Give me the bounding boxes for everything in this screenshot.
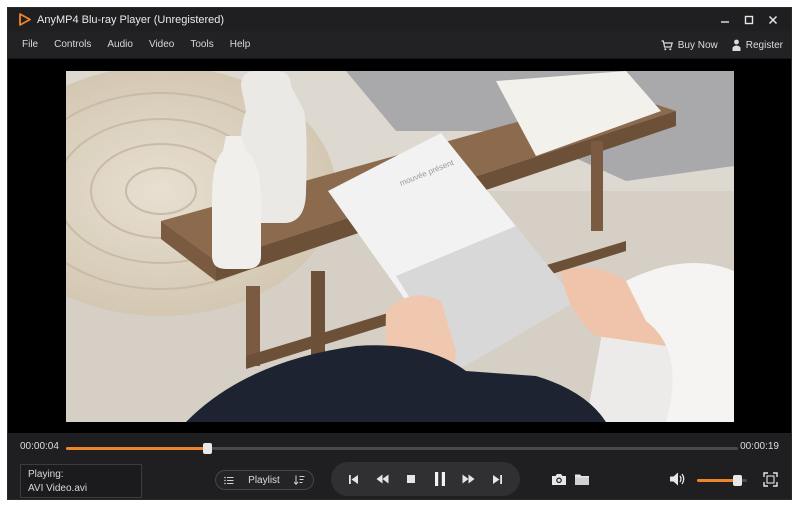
folder-icon[interactable] [573, 470, 591, 488]
player-window: AnyMP4 Blu-ray Player (Unregistered) Fil… [7, 7, 792, 500]
fullscreen-icon[interactable] [761, 470, 779, 488]
register-label: Register [745, 39, 783, 51]
maximize-icon[interactable] [737, 8, 761, 31]
menu-right: Buy Now Register [647, 31, 783, 59]
sort-icon[interactable] [294, 475, 305, 485]
register-button[interactable]: Register [732, 39, 783, 51]
buy-now-label: Buy Now [677, 39, 718, 51]
title-bar[interactable]: AnyMP4 Blu-ray Player (Unregistered) [8, 8, 791, 31]
cart-icon [661, 39, 673, 50]
menu-file[interactable]: File [14, 31, 46, 59]
volume-thumb[interactable] [733, 475, 742, 486]
current-time: 00:00:04 [20, 441, 59, 452]
menu-tools[interactable]: Tools [182, 31, 221, 59]
menu-audio[interactable]: Audio [99, 31, 141, 59]
video-area[interactable]: mouvée présent [8, 59, 791, 433]
stop-icon[interactable] [401, 469, 421, 489]
fast-forward-icon[interactable] [459, 469, 479, 489]
playing-label: Playing: [28, 469, 64, 480]
window-title: AnyMP4 Blu-ray Player (Unregistered) [37, 13, 225, 26]
pause-icon[interactable] [430, 469, 450, 489]
menu-video[interactable]: Video [141, 31, 182, 59]
playlist-label: Playlist [248, 474, 280, 486]
rewind-icon[interactable] [372, 469, 392, 489]
user-icon [732, 39, 741, 51]
now-playing-box: Playing: AVI Video.avi [20, 464, 142, 498]
list-icon [224, 476, 234, 484]
playlist-button[interactable]: Playlist [215, 470, 314, 490]
menu-help[interactable]: Help [222, 31, 259, 59]
control-bar: 00:00:04 00:00:19 Playing: AVI Video.avi… [8, 433, 791, 499]
seek-progress [66, 447, 207, 450]
playing-file-name: AVI Video.avi [28, 483, 88, 494]
menu-controls[interactable]: Controls [46, 31, 99, 59]
video-frame[interactable]: mouvée présent [66, 71, 734, 422]
duration: 00:00:19 [740, 441, 779, 452]
seek-bar[interactable] [66, 443, 738, 454]
volume-slider[interactable] [697, 475, 747, 486]
skip-next-icon[interactable] [488, 469, 508, 489]
volume-level [697, 479, 737, 482]
close-icon[interactable] [761, 8, 785, 31]
play-logo-icon [17, 13, 31, 27]
camera-icon[interactable] [550, 470, 568, 488]
transport-controls [331, 462, 520, 496]
window-controls [713, 8, 785, 31]
minimize-icon[interactable] [713, 8, 737, 31]
volume-icon[interactable] [669, 471, 687, 487]
seek-thumb[interactable] [203, 443, 212, 454]
buy-now-button[interactable]: Buy Now [661, 40, 718, 51]
skip-previous-icon[interactable] [343, 469, 363, 489]
menu-bar: File Controls Audio Video Tools Help Buy… [8, 31, 791, 59]
